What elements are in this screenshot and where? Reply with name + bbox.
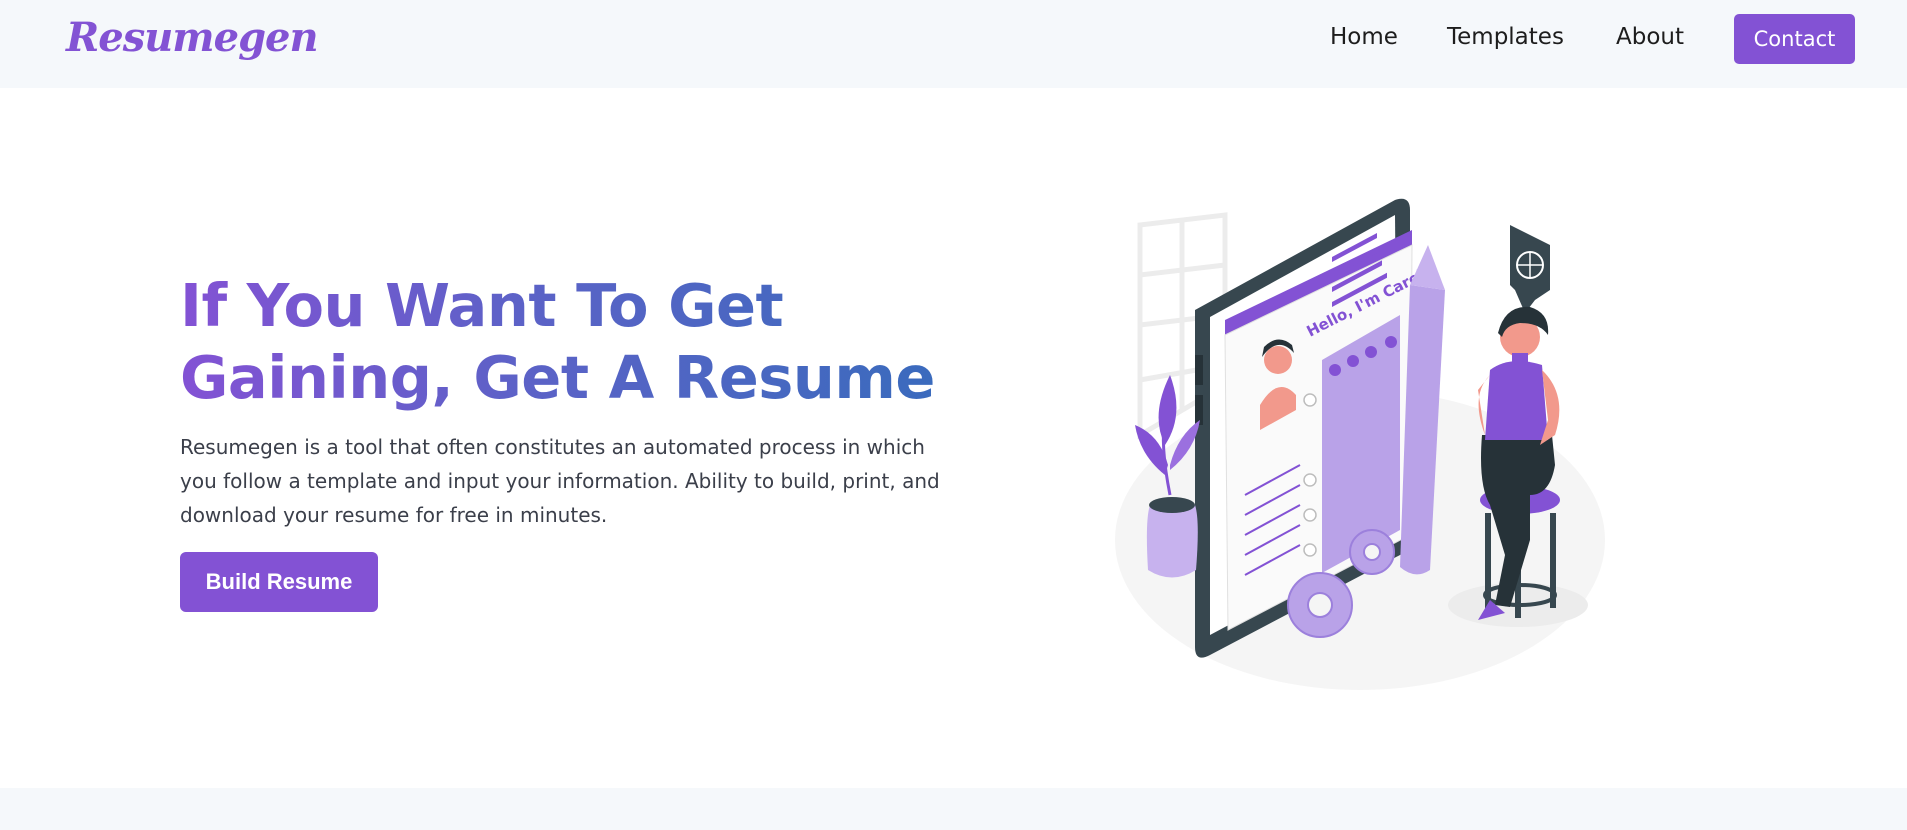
brand-logo[interactable]: Resumegen: [66, 14, 319, 61]
hero-description: Resumegen is a tool that often constitut…: [180, 435, 940, 527]
nav-home-link[interactable]: Home: [1330, 24, 1398, 50]
navbar: Resumegen Home Templates About Contact: [0, 0, 1907, 88]
contact-button[interactable]: Contact: [1734, 14, 1855, 64]
build-resume-button[interactable]: Build Resume: [180, 552, 378, 612]
hero-title-line2: Gaining, Get A Resume: [180, 343, 935, 412]
resume-builder-illustration: Hello, I'm Carol!: [1110, 195, 1610, 690]
next-section-band: [0, 788, 1907, 830]
nav-templates-link[interactable]: Templates: [1447, 24, 1564, 50]
hero-title-line1: If You Want To Get: [180, 271, 784, 340]
globe-bubble-icon: [1510, 225, 1550, 313]
hero-title: If You Want To Get Gaining, Get A Resume: [180, 270, 940, 414]
nav-about-link[interactable]: About: [1616, 24, 1684, 50]
